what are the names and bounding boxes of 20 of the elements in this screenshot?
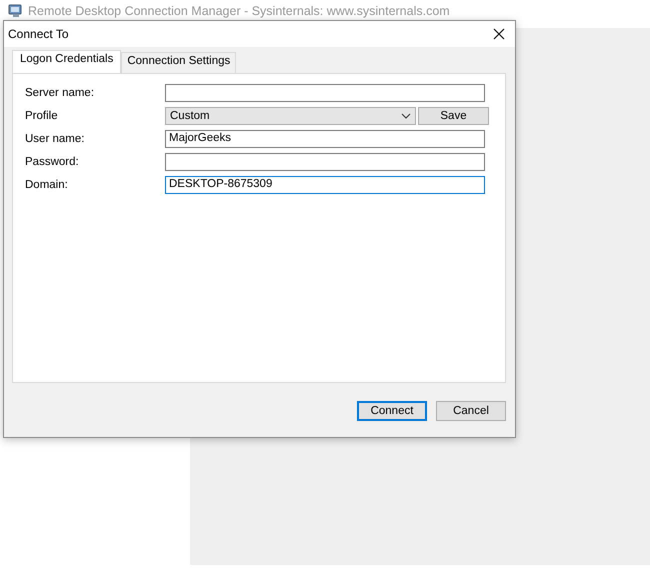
tab[interactable]: Logon Credentials	[12, 50, 122, 73]
dialog-button[interactable]: Connect	[357, 401, 427, 421]
window-title: Remote Desktop Connection Manager - Sysinternals: www.sysinternals.com	[28, 4, 450, 18]
computer-icon	[8, 4, 24, 18]
chevron-down-icon	[401, 113, 411, 119]
field-label: User name:	[25, 133, 86, 145]
input-field[interactable]: DESKTOP-8675309	[165, 176, 485, 194]
dialog-title: Connect To	[8, 27, 68, 41]
input-field[interactable]	[165, 84, 485, 102]
tab[interactable]: Connection Settings	[121, 52, 236, 73]
input-field[interactable]	[165, 153, 485, 171]
field-label: Password:	[25, 156, 80, 168]
field-label: Domain:	[25, 179, 69, 191]
save-button[interactable]: Save	[418, 107, 489, 125]
dialog-button[interactable]: Cancel	[436, 401, 506, 421]
input-field[interactable]: MajorGeeks	[165, 130, 485, 148]
field-label: Profile	[25, 110, 59, 122]
close-icon[interactable]	[493, 28, 505, 40]
field-label: Server name:	[25, 87, 96, 99]
profile-dropdown[interactable]: Custom	[165, 107, 416, 125]
